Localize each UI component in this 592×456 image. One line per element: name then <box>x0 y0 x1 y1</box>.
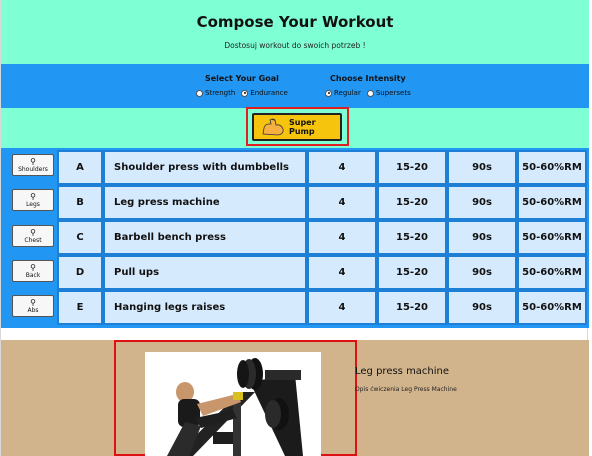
goal-title: Select Your Goal <box>204 74 279 83</box>
goal-group: Select Your Goal Strength Endurance <box>196 74 288 97</box>
exercise-rest: 90s <box>447 220 517 255</box>
exercise-load: 50-60%RM <box>517 150 587 185</box>
muscle-button-chest[interactable]: ⚲ Chest <box>12 225 54 247</box>
dumbbell-icon: ⚲ <box>30 191 36 201</box>
detail-title: Leg press machine <box>355 366 450 377</box>
exercise-rest: 90s <box>447 150 517 185</box>
exercise-letter: C <box>57 220 103 255</box>
exercise-load: 50-60%RM <box>517 290 587 325</box>
exercise-rest: 90s <box>447 185 517 220</box>
muscle-button-abs[interactable]: ⚲ Abs <box>12 295 54 317</box>
radio-endurance[interactable] <box>241 89 249 97</box>
exercise-name: Leg press machine <box>103 185 307 220</box>
exercise-rest: 90s <box>447 290 517 325</box>
goal-option-strength[interactable]: Strength <box>196 89 235 97</box>
exercise-name: Hanging legs raises <box>103 290 307 325</box>
intensity-title: Choose Intensity <box>330 74 406 83</box>
table-row[interactable]: A Shoulder press with dumbbells 4 15-20 … <box>57 150 587 185</box>
exercise-letter: D <box>57 255 103 290</box>
page-title: Compose Your Workout <box>196 13 394 31</box>
dumbbell-icon: ⚲ <box>30 297 36 307</box>
intensity-option-supersets[interactable]: Supersets <box>366 89 411 97</box>
exercise-load: 50-60%RM <box>517 220 587 255</box>
header: Compose Your Workout Dostosuj workout do… <box>1 0 589 64</box>
exercise-letter: E <box>57 290 103 325</box>
exercise-reps: 15-20 <box>377 255 447 290</box>
exercise-reps: 15-20 <box>377 290 447 325</box>
table-row[interactable]: C Barbell bench press 4 15-20 90s 50-60%… <box>57 220 587 255</box>
intensity-group: Choose Intensity Regular Supersets <box>325 74 411 97</box>
dumbbell-icon: ⚲ <box>30 262 36 272</box>
leg-press-photo <box>145 352 321 456</box>
exercise-sets: 4 <box>307 150 377 185</box>
workout-table: A Shoulder press with dumbbells 4 15-20 … <box>57 150 587 325</box>
radio-regular[interactable] <box>325 89 332 97</box>
dumbbell-icon: ⚲ <box>30 156 36 166</box>
muscle-button-back[interactable]: ⚲ Back <box>12 260 54 282</box>
table-row[interactable]: E Hanging legs raises 4 15-20 90s 50-60%… <box>57 290 587 325</box>
exercise-reps: 15-20 <box>377 150 447 185</box>
muscle-button-legs[interactable]: ⚲ Legs <box>12 189 54 211</box>
exercise-sets: 4 <box>307 185 377 220</box>
exercise-letter: B <box>57 185 103 220</box>
exercise-name: Barbell bench press <box>103 220 307 255</box>
flexed-biceps-icon <box>262 118 284 136</box>
exercise-name: Shoulder press with dumbbells <box>103 150 307 185</box>
exercise-sets: 4 <box>307 255 377 290</box>
radio-supersets[interactable] <box>366 89 374 97</box>
exercise-sets: 4 <box>307 220 377 255</box>
exercise-sets: 4 <box>307 290 377 325</box>
super-pump-button[interactable]: Super Pump <box>252 113 342 141</box>
detail-description: Opis ćwiczenia Leg Press Machine <box>355 386 457 393</box>
exercise-load: 50-60%RM <box>517 255 587 290</box>
intensity-option-regular[interactable]: Regular <box>325 89 361 97</box>
exercise-letter: A <box>57 150 103 185</box>
radio-strength[interactable] <box>196 89 203 97</box>
table-row[interactable]: B Leg press machine 4 15-20 90s 50-60%RM <box>57 185 587 220</box>
dumbbell-icon: ⚲ <box>30 227 36 237</box>
options-bar: Select Your Goal Strength Endurance Choo… <box>1 64 589 108</box>
goal-option-endurance[interactable]: Endurance <box>241 89 288 97</box>
exercise-image <box>145 352 321 456</box>
muscle-button-shoulders[interactable]: ⚲ Shoulders <box>12 154 54 176</box>
exercise-reps: 15-20 <box>377 220 447 255</box>
page-subtitle: Dostosuj workout do swoich potrzeb ! <box>224 41 366 50</box>
exercise-name: Pull ups <box>103 255 307 290</box>
workout-page: Compose Your Workout Dostosuj workout do… <box>0 0 589 456</box>
exercise-rest: 90s <box>447 255 517 290</box>
exercise-load: 50-60%RM <box>517 185 587 220</box>
table-row[interactable]: D Pull ups 4 15-20 90s 50-60%RM <box>57 255 587 290</box>
exercise-reps: 15-20 <box>377 185 447 220</box>
